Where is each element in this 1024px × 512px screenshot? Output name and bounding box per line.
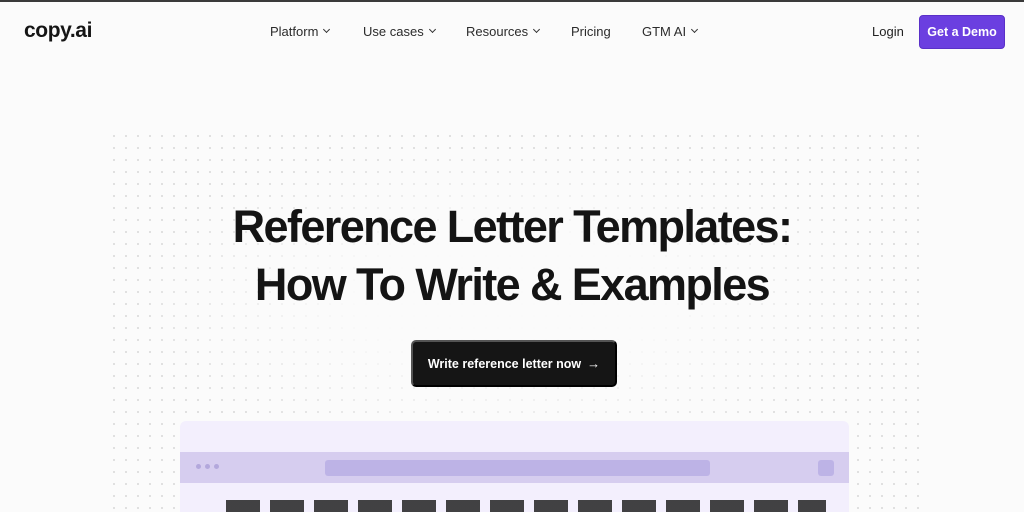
nav-label: Platform [270, 24, 319, 39]
title-line-1: Reference Letter Templates: [232, 201, 793, 252]
nav-item-gtm-ai[interactable]: GTM AI [642, 24, 699, 39]
nav-item-resources[interactable]: Resources [466, 24, 541, 39]
top-navigation: copy.ai Platform Use cases Resources Pri… [0, 2, 1024, 62]
chevron-down-icon [428, 25, 436, 34]
arrow-right-icon: → [587, 356, 601, 371]
write-reference-letter-button[interactable]: Write reference letter now → [411, 340, 617, 387]
login-link[interactable]: Login [872, 24, 904, 39]
window-controls-icon [196, 464, 219, 469]
nav-label: Use cases [363, 24, 424, 39]
cta-label: Write reference letter now [427, 356, 582, 371]
nav-item-use-cases[interactable]: Use cases [363, 24, 436, 39]
get-a-demo-button[interactable]: Get a Demo [919, 15, 1005, 49]
preview-menu-icon [818, 460, 834, 476]
nav-item-pricing[interactable]: Pricing [571, 24, 611, 39]
nav-label: GTM AI [642, 24, 687, 39]
preview-heading-cut-off [226, 500, 826, 512]
title-line-2: How To Write & Examples [254, 259, 771, 310]
nav-label: Pricing [571, 24, 611, 39]
nav-label: Resources [466, 24, 529, 39]
copy-ai-logo[interactable]: copy.ai [24, 19, 92, 43]
chevron-down-icon [323, 25, 331, 34]
preview-url-bar [325, 460, 710, 476]
chevron-down-icon [691, 25, 699, 34]
page-title: Reference Letter Templates: How To Write… [0, 198, 1024, 314]
nav-item-platform[interactable]: Platform [270, 24, 331, 39]
chevron-down-icon [533, 25, 541, 34]
